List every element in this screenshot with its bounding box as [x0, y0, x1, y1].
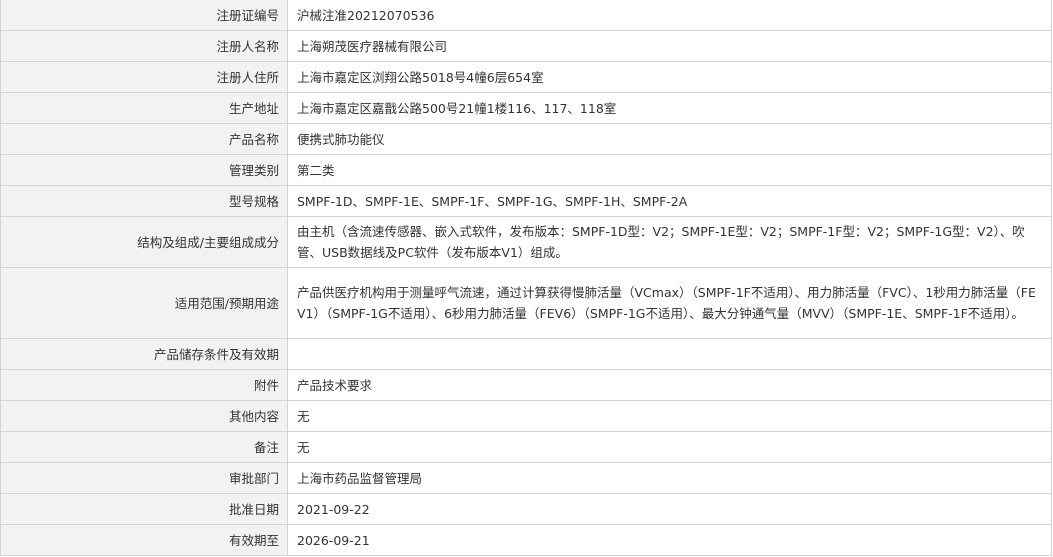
row-label: 批准日期	[0, 493, 288, 525]
row-label: 型号规格	[0, 185, 288, 217]
row-label: 注册人住所	[0, 61, 288, 93]
row-value: 上海朔茂医疗器械有限公司	[287, 30, 1052, 62]
table-row: 备注 无	[0, 431, 1052, 463]
row-value: 上海市嘉定区浏翔公路5018号4幢6层654室	[287, 61, 1052, 93]
table-row: 批准日期 2021-09-22	[0, 493, 1052, 525]
row-label: 产品储存条件及有效期	[0, 338, 288, 370]
registration-detail-table: 注册证编号 沪械注准20212070536 注册人名称 上海朔茂医疗器械有限公司…	[0, 0, 1052, 556]
table-row: 其他内容 无	[0, 400, 1052, 432]
row-value: 无	[287, 431, 1052, 463]
table-row: 产品名称 便携式肺功能仪	[0, 123, 1052, 155]
row-value: 产品技术要求	[287, 369, 1052, 401]
row-label: 产品名称	[0, 123, 288, 155]
table-row: 注册人名称 上海朔茂医疗器械有限公司	[0, 30, 1052, 62]
row-value: 由主机（含流速传感器、嵌入式软件，发布版本：SMPF-1D型：V2；SMPF-1…	[287, 216, 1052, 268]
row-label: 附件	[0, 369, 288, 401]
table-row: 注册证编号 沪械注准20212070536	[0, 0, 1052, 31]
row-value: 第二类	[287, 154, 1052, 186]
row-label: 管理类别	[0, 154, 288, 186]
row-label: 注册人名称	[0, 30, 288, 62]
table-row: 审批部门 上海市药品监督管理局	[0, 462, 1052, 494]
row-label: 备注	[0, 431, 288, 463]
row-value: 上海市药品监督管理局	[287, 462, 1052, 494]
table-row: 产品储存条件及有效期	[0, 338, 1052, 370]
row-value: 上海市嘉定区嘉戬公路500号21幢1楼116、117、118室	[287, 92, 1052, 124]
row-value: SMPF-1D、SMPF-1E、SMPF-1F、SMPF-1G、SMPF-1H、…	[287, 185, 1052, 217]
row-label: 生产地址	[0, 92, 288, 124]
row-value: 沪械注准20212070536	[287, 0, 1052, 31]
row-value: 便携式肺功能仪	[287, 123, 1052, 155]
table-row: 生产地址 上海市嘉定区嘉戬公路500号21幢1楼116、117、118室	[0, 92, 1052, 124]
row-value: 产品供医疗机构用于测量呼气流速，通过计算获得慢肺活量（VCmax）（SMPF-1…	[287, 267, 1052, 339]
table-row: 附件 产品技术要求	[0, 369, 1052, 401]
row-label: 注册证编号	[0, 0, 288, 31]
row-value: 无	[287, 400, 1052, 432]
table-row: 有效期至 2026-09-21	[0, 524, 1052, 556]
table-row: 适用范围/预期用途 产品供医疗机构用于测量呼气流速，通过计算获得慢肺活量（VCm…	[0, 267, 1052, 339]
row-label: 有效期至	[0, 524, 288, 556]
row-value	[287, 338, 1052, 370]
row-value: 2021-09-22	[287, 493, 1052, 525]
table-row: 型号规格 SMPF-1D、SMPF-1E、SMPF-1F、SMPF-1G、SMP…	[0, 185, 1052, 217]
row-value: 2026-09-21	[287, 524, 1052, 556]
row-label: 结构及组成/主要组成成分	[0, 216, 288, 268]
row-label: 适用范围/预期用途	[0, 267, 288, 339]
table-row: 结构及组成/主要组成成分 由主机（含流速传感器、嵌入式软件，发布版本：SMPF-…	[0, 216, 1052, 268]
row-label: 审批部门	[0, 462, 288, 494]
table-row: 注册人住所 上海市嘉定区浏翔公路5018号4幢6层654室	[0, 61, 1052, 93]
row-label: 其他内容	[0, 400, 288, 432]
table-row: 管理类别 第二类	[0, 154, 1052, 186]
